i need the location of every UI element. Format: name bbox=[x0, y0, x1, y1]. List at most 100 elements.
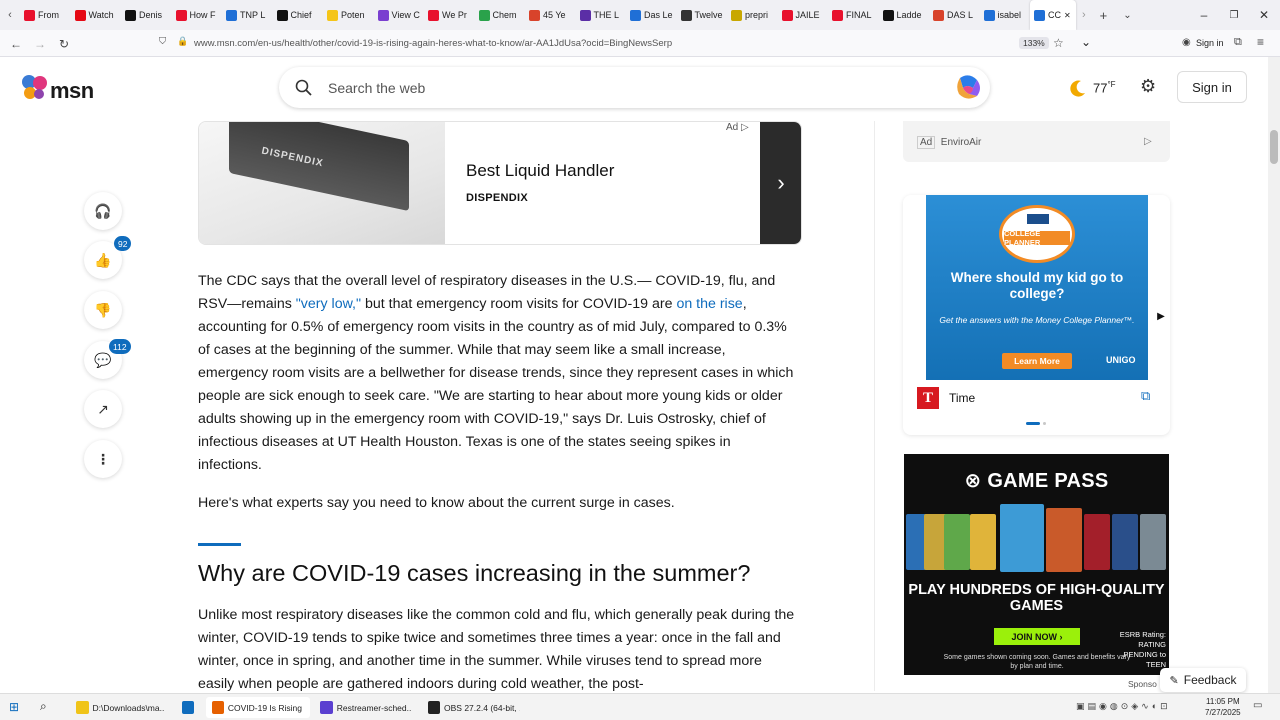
browser-tab[interactable]: Chem bbox=[475, 0, 526, 30]
browser-tab[interactable]: isabel bbox=[980, 0, 1031, 30]
game-pass-logo: ⊗ GAME PASS bbox=[964, 470, 1109, 492]
college-subtext: Get the answers with the Money College P… bbox=[939, 315, 1135, 325]
article-paragraph-1: The CDC says that the overall level of r… bbox=[198, 270, 798, 477]
browser-tab[interactable]: Watch bbox=[71, 0, 122, 30]
msn-logo-text[interactable]: msn bbox=[50, 78, 94, 104]
on-the-rise-link[interactable]: on the rise bbox=[676, 296, 742, 312]
feedback-button[interactable]: ✎ Feedback bbox=[1160, 668, 1246, 692]
system-tray-icons[interactable]: ▣▤◉◍⊙◈∿◐⊡ bbox=[1076, 701, 1171, 712]
tab-label: Denis bbox=[139, 10, 163, 20]
taskbar-app[interactable]: Restreamer-sched... bbox=[314, 697, 418, 718]
tab-list-chevron-icon[interactable]: ⌄ bbox=[1123, 10, 1131, 21]
new-tab-icon[interactable]: + bbox=[1100, 8, 1108, 23]
native-ad-card[interactable]: DISPENDIX Best Liquid Handler DISPENDIX … bbox=[198, 121, 802, 245]
game-tiles bbox=[904, 504, 1169, 580]
college-planner-banner: COLLEGE PLANNER bbox=[1004, 229, 1070, 247]
moon-icon bbox=[1070, 80, 1085, 97]
browser-tab[interactable]: Chief bbox=[273, 0, 324, 30]
taskbar-app[interactable] bbox=[176, 697, 200, 718]
thumbs-down-icon: 👎 bbox=[94, 301, 112, 318]
time-logo: T bbox=[917, 387, 939, 409]
pocket-chevron-icon[interactable]: ⌄ bbox=[1081, 35, 1091, 49]
settings-gear-icon[interactable]: ⚙ bbox=[1140, 76, 1156, 97]
msn-butterfly-logo-icon[interactable] bbox=[20, 73, 50, 101]
browser-tab[interactable]: How F bbox=[172, 0, 223, 30]
taskbar-search-icon[interactable]: ⌕ bbox=[40, 699, 47, 714]
close-tab-icon[interactable]: ✕ bbox=[1064, 11, 1071, 20]
browser-signin[interactable]: Sign in bbox=[1196, 38, 1224, 48]
browser-tab[interactable]: Twelve bbox=[677, 0, 728, 30]
game-tile bbox=[1140, 514, 1166, 570]
weather-widget[interactable]: 77°F bbox=[1067, 78, 1116, 98]
extensions-icon[interactable]: ⧉ bbox=[1234, 36, 1242, 49]
ad-label: Ad ▷ bbox=[726, 122, 749, 133]
browser-tab[interactable]: prepri bbox=[727, 0, 778, 30]
browser-tab[interactable]: TNP L bbox=[222, 0, 273, 30]
comments-count-badge: 112 bbox=[109, 339, 131, 354]
copilot-icon[interactable] bbox=[955, 74, 983, 100]
close-window-icon[interactable]: ✕ bbox=[1244, 0, 1280, 30]
tab-list: From Watch Denis How F TNP L Chief Poten View C… bbox=[20, 0, 1076, 30]
browser-tab[interactable]: Das Le bbox=[626, 0, 677, 30]
menu-icon[interactable]: ≡ bbox=[1257, 35, 1264, 49]
taskbar-clock[interactable]: 11:05 PM 7/27/2025 bbox=[1205, 696, 1241, 718]
college-planner-ad[interactable]: COLLEGE PLANNER Where should my kid go t… bbox=[926, 195, 1148, 380]
browser-tab[interactable]: JAILE bbox=[778, 0, 829, 30]
browser-tab[interactable]: 45 Ye bbox=[525, 0, 576, 30]
browser-tab[interactable]: DAS L bbox=[929, 0, 980, 30]
tab-scroll-left-icon[interactable]: ‹ bbox=[0, 9, 20, 21]
account-icon[interactable]: ◉ bbox=[1182, 37, 1191, 48]
more-options-button[interactable]: ⋮ bbox=[84, 440, 122, 478]
address-bar[interactable]: ⛉ 🔒 www.msn.com/en-us/health/other/covid… bbox=[150, 33, 1100, 54]
clock-date: 7/27/2025 bbox=[1205, 708, 1241, 717]
share-button[interactable]: ↗ bbox=[84, 390, 122, 428]
source-name[interactable]: Time bbox=[949, 391, 975, 405]
ad-title[interactable]: Best Liquid Handler bbox=[466, 161, 614, 181]
browser-tab[interactable]: Ladde bbox=[879, 0, 930, 30]
external-link-icon[interactable]: ⧉ bbox=[1141, 388, 1150, 404]
browser-tab[interactable]: CC ✕ bbox=[1030, 0, 1076, 30]
bookmark-star-icon[interactable]: ☆ bbox=[1053, 36, 1064, 50]
very-low-link[interactable]: "very low," bbox=[296, 296, 361, 312]
enviroair-ad[interactable]: Ad EnviroAir ▷ bbox=[903, 121, 1170, 162]
msn-signin-button[interactable]: Sign in bbox=[1177, 71, 1247, 103]
browser-tab[interactable]: We Pr bbox=[424, 0, 475, 30]
scrollbar-thumb[interactable] bbox=[1270, 130, 1278, 164]
search-box[interactable]: Search the web bbox=[279, 67, 990, 108]
learn-more-button[interactable]: Learn More bbox=[1002, 353, 1072, 369]
zoom-level[interactable]: 133% bbox=[1019, 37, 1049, 49]
taskbar-app[interactable]: D:\Downloads\ma... bbox=[70, 697, 170, 718]
taskbar-app[interactable]: OBS 27.2.4 (64-bit, ... bbox=[422, 697, 526, 718]
dislike-button[interactable]: 👎 bbox=[84, 291, 122, 329]
browser-tab[interactable]: Denis bbox=[121, 0, 172, 30]
back-icon[interactable]: ← bbox=[6, 34, 26, 54]
notifications-icon[interactable]: ▭ bbox=[1253, 700, 1262, 711]
adchoices-icon[interactable]: ▷ bbox=[1144, 136, 1152, 147]
carousel-next-icon[interactable]: ▶ bbox=[1153, 305, 1169, 327]
browser-tab[interactable]: View C bbox=[374, 0, 425, 30]
windows-start-icon[interactable]: ⊞ bbox=[9, 700, 19, 714]
tab-label: JAILE bbox=[795, 10, 820, 20]
browser-tab[interactable]: FINAL bbox=[828, 0, 879, 30]
adchoices-icon[interactable]: ▷ bbox=[741, 122, 749, 133]
tab-favicon-icon bbox=[377, 9, 389, 21]
join-now-button[interactable]: JOIN NOW › bbox=[994, 628, 1080, 645]
browser-tab-strip: ‹ From Watch Denis How F TNP L Chief Poten View… bbox=[0, 0, 1280, 30]
game-pass-ad[interactable]: ⊗ GAME PASS PLAY HUNDREDS OF HIGH-QUALIT… bbox=[904, 454, 1169, 675]
tab-label: From bbox=[38, 10, 59, 20]
app-icon bbox=[428, 701, 441, 714]
ad-next-button[interactable]: › bbox=[760, 122, 801, 244]
browser-tab[interactable]: From bbox=[20, 0, 71, 30]
ad-product-image: DISPENDIX bbox=[199, 122, 445, 244]
browser-tab[interactable]: THE L bbox=[576, 0, 627, 30]
tab-label: TNP L bbox=[240, 10, 266, 20]
reload-icon[interactable]: ↻ bbox=[54, 34, 74, 54]
xbox-icon: ⊗ bbox=[964, 470, 982, 492]
browser-tab[interactable]: Poten bbox=[323, 0, 374, 30]
tab-favicon-icon bbox=[680, 9, 692, 21]
forward-icon[interactable]: → bbox=[30, 34, 50, 54]
app-icon bbox=[212, 701, 224, 714]
tab-scroll-right-icon[interactable]: › bbox=[1082, 9, 1086, 21]
listen-headphones-button[interactable]: 🎧 bbox=[84, 192, 122, 230]
taskbar-app[interactable]: COVID-19 Is Rising ... bbox=[206, 697, 310, 718]
